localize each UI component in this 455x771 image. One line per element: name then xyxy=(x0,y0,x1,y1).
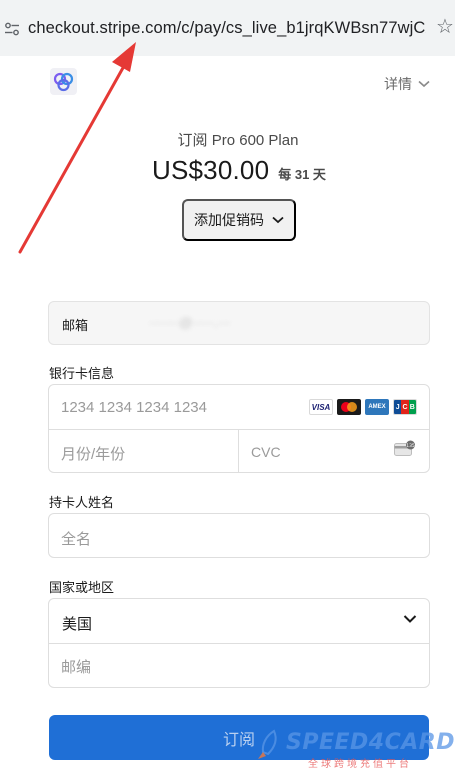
billing-period: 每 31 天 xyxy=(278,167,326,182)
browser-address-bar[interactable]: checkout.stripe.com/c/pay/cs_live_b1jrqK… xyxy=(0,0,455,56)
cardholder-placeholder: 全名 xyxy=(61,531,92,548)
details-label: 详情 xyxy=(384,76,412,92)
divider xyxy=(49,429,429,430)
svg-text:135: 135 xyxy=(406,443,415,449)
mastercard-icon xyxy=(337,399,361,415)
zip-input[interactable]: 邮编 xyxy=(61,656,91,677)
card-info-label: 银行卡信息 xyxy=(49,366,115,381)
price-amount: US$30.00 xyxy=(152,155,270,185)
email-value-redacted: ·······@·····.··· xyxy=(149,315,231,330)
visa-icon: VISA xyxy=(309,399,333,415)
chevron-down-icon xyxy=(418,80,430,88)
bookmark-star-icon[interactable]: ☆ xyxy=(436,17,454,37)
chevron-down-icon[interactable] xyxy=(403,614,417,624)
email-label: 邮箱 xyxy=(62,318,89,333)
card-brand-logos: VISA AMEX JCB xyxy=(309,399,417,415)
url-text[interactable]: checkout.stripe.com/c/pay/cs_live_b1jrqK… xyxy=(28,19,426,38)
amex-icon: AMEX xyxy=(365,399,389,415)
expiry-input[interactable]: 月份/年份 xyxy=(61,443,125,464)
card-info-group: 1234 1234 1234 1234 VISA AMEX JCB 月份/年份 … xyxy=(48,384,430,473)
promo-label: 添加促销码 xyxy=(194,212,264,228)
divider xyxy=(238,430,239,473)
divider xyxy=(49,643,429,644)
chevron-down-icon xyxy=(272,216,284,224)
country-label: 国家或地区 xyxy=(49,580,115,595)
country-zip-group: 美国 邮编 xyxy=(48,598,430,688)
add-promo-code-button[interactable]: 添加促销码 xyxy=(182,199,296,241)
plan-name: 订阅 Pro 600 Plan xyxy=(177,132,299,149)
cardholder-label: 持卡人姓名 xyxy=(49,495,115,510)
country-select[interactable]: 美国 xyxy=(62,613,92,634)
cvc-card-icon: 135 xyxy=(394,440,415,456)
jcb-icon: JCB xyxy=(393,399,417,415)
details-toggle[interactable]: 详情 xyxy=(384,74,430,94)
cvc-input[interactable]: CVC xyxy=(251,444,281,460)
card-number-input[interactable]: 1234 1234 1234 1234 xyxy=(61,399,207,416)
subscribe-button[interactable]: 订阅 xyxy=(49,715,429,760)
cardholder-name-input[interactable]: 全名 xyxy=(48,513,430,558)
price-row: US$30.00 每 31 天 xyxy=(152,155,326,186)
site-info-icon[interactable] xyxy=(4,21,20,37)
brand-logo-icon xyxy=(50,68,77,95)
email-field[interactable]: 邮箱 ·······@·····.··· xyxy=(48,301,430,345)
